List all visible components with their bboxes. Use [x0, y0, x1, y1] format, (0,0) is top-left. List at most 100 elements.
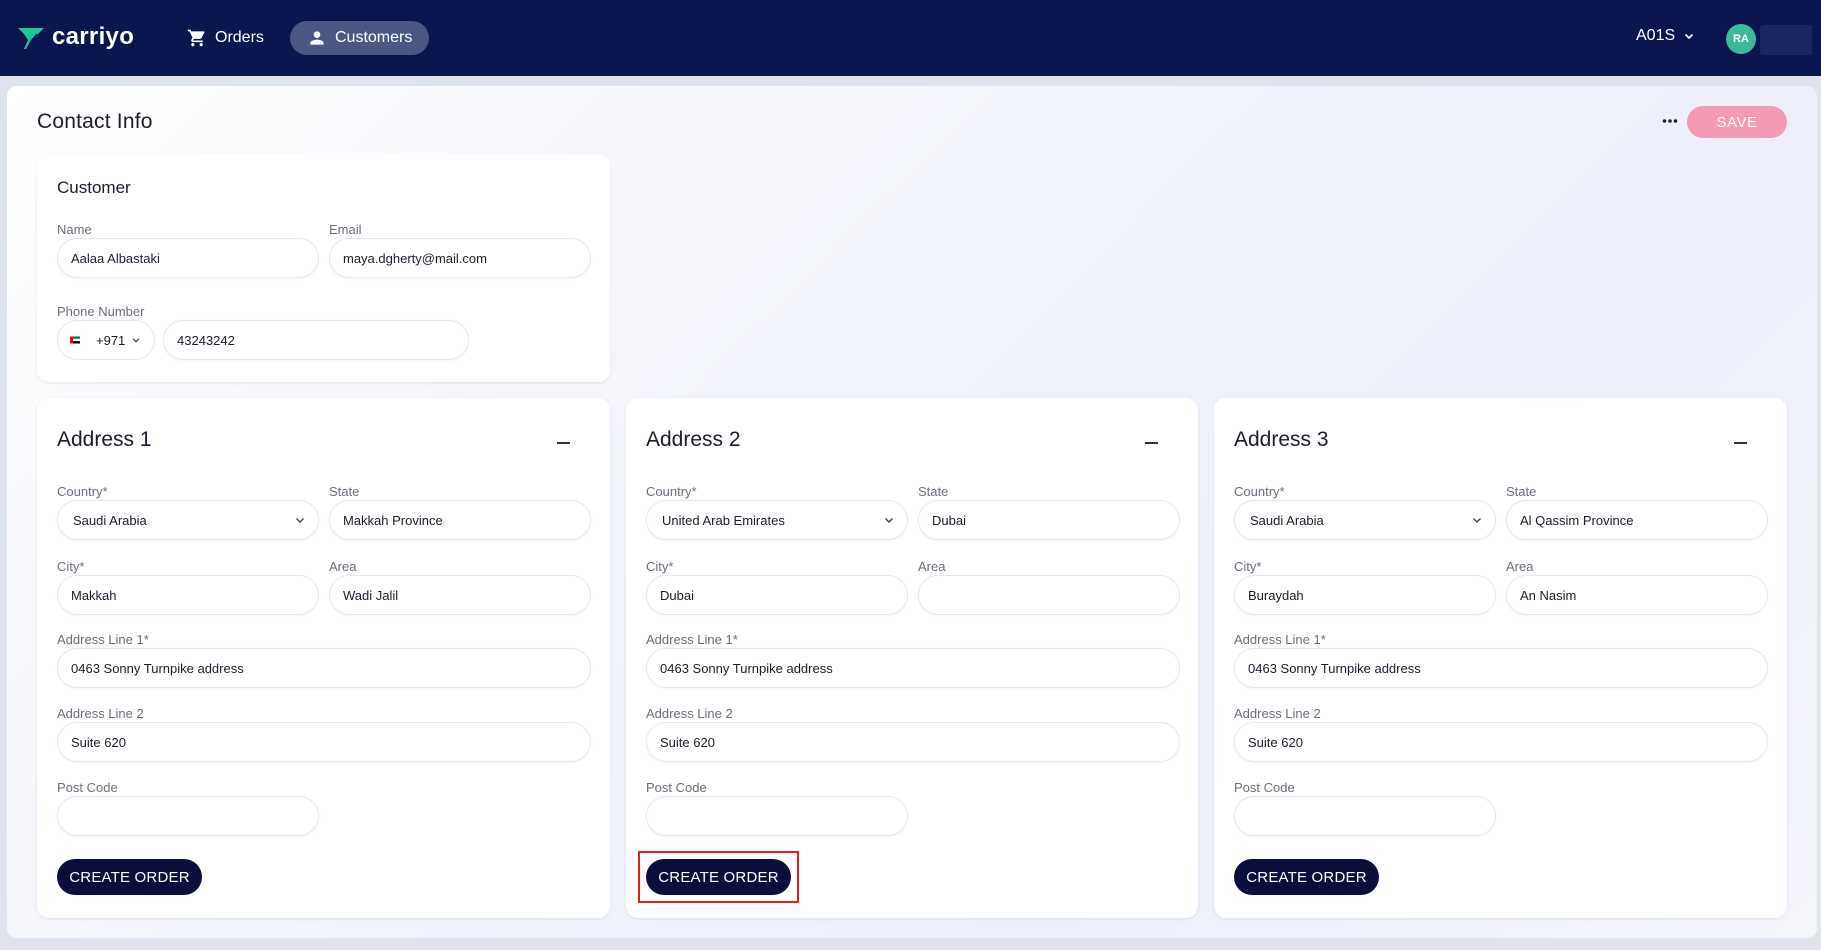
chevron-down-icon: [885, 518, 893, 523]
save-button[interactable]: SAVE: [1687, 106, 1787, 138]
address-line2-value: Suite 620: [71, 734, 126, 750]
create-order-button[interactable]: CREATE ORDER: [1234, 859, 1379, 895]
state-label: State: [329, 484, 360, 499]
address-title: Address 3: [1234, 428, 1329, 451]
address-title: Address 2: [646, 428, 741, 451]
phone-country-code-select[interactable]: +971: [57, 320, 155, 360]
state-value: Dubai: [932, 512, 966, 528]
country-label: Country*: [646, 484, 697, 499]
state-field[interactable]: Makkah Province: [329, 500, 591, 540]
address-line1-label: Address Line 1*: [1234, 632, 1326, 647]
nav-customers[interactable]: Customers: [290, 21, 430, 55]
address-card-3: Address 3 Country* Saudi Arabia State Al…: [1214, 398, 1787, 918]
state-label: State: [1506, 484, 1537, 499]
carriyo-logo-icon: [18, 28, 44, 49]
area-label: Area: [918, 559, 946, 574]
customer-card-title: Customer: [57, 178, 131, 197]
post-code-field[interactable]: [1234, 796, 1496, 836]
name-label: Name: [57, 222, 92, 237]
country-label: Country*: [57, 484, 108, 499]
country-value: Saudi Arabia: [73, 512, 147, 528]
area-value: Wadi Jalil: [343, 587, 399, 603]
minus-icon: [556, 442, 570, 444]
address-line1-value: 0463 Sonny Turnpike address: [71, 660, 244, 676]
carriyo-logo[interactable]: carriyo: [16, 22, 134, 52]
name-field[interactable]: Aalaa Albastaki: [57, 238, 319, 278]
cart-icon: [187, 29, 205, 47]
area-label: Area: [329, 559, 357, 574]
area-field[interactable]: Wadi Jalil: [329, 575, 591, 615]
chevron-down-icon: [132, 338, 140, 343]
address-title: Address 1: [57, 428, 152, 451]
state-label: State: [918, 484, 949, 499]
address-line1-field[interactable]: 0463 Sonny Turnpike address: [646, 648, 1180, 688]
address-line2-field[interactable]: Suite 620: [646, 722, 1180, 762]
city-label: City*: [57, 559, 85, 574]
country-value: United Arab Emirates: [662, 512, 785, 528]
phone-code-value: +971: [96, 332, 126, 348]
phone-label: Phone Number: [57, 304, 145, 319]
chevron-down-icon: [1473, 518, 1481, 523]
email-value: maya.dgherty@mail.com: [343, 250, 487, 266]
area-field[interactable]: [918, 575, 1180, 615]
area-value: An Nasim: [1520, 587, 1577, 603]
collapse-address-button[interactable]: [1140, 432, 1162, 454]
country-select[interactable]: Saudi Arabia: [57, 500, 319, 540]
city-label: City*: [646, 559, 674, 574]
state-value: Al Qassim Province: [1520, 512, 1634, 528]
uae-flag-icon: [70, 333, 90, 347]
address-line2-label: Address Line 2: [57, 706, 144, 721]
city-field[interactable]: Dubai: [646, 575, 908, 615]
contact-info-panel: Contact Info SAVE Customer Name Aalaa Al…: [7, 86, 1817, 938]
country-value: Saudi Arabia: [1250, 512, 1324, 528]
customer-card: Customer Name Aalaa Albastaki Email maya…: [37, 154, 610, 382]
nav-orders-label: Orders: [215, 29, 264, 46]
address-line2-value: Suite 620: [660, 734, 715, 750]
address-line1-label: Address Line 1*: [646, 632, 738, 647]
address-line2-field[interactable]: Suite 620: [1234, 722, 1768, 762]
address-line2-label: Address Line 2: [1234, 706, 1321, 721]
more-options-button[interactable]: [1655, 106, 1685, 136]
avatar[interactable]: RA: [1726, 24, 1756, 54]
city-field[interactable]: Makkah: [57, 575, 319, 615]
phone-number-field[interactable]: 43243242: [163, 320, 469, 360]
person-icon: [310, 31, 324, 45]
city-label: City*: [1234, 559, 1262, 574]
address-line2-field[interactable]: Suite 620: [57, 722, 591, 762]
minus-icon: [1733, 442, 1747, 444]
phone-number-value: 43243242: [177, 332, 235, 348]
top-navigation-bar: carriyo Orders Customers A01S RA: [0, 0, 1821, 76]
post-code-field[interactable]: [646, 796, 908, 836]
post-code-field[interactable]: [57, 796, 319, 836]
address-line1-field[interactable]: 0463 Sonny Turnpike address: [1234, 648, 1768, 688]
email-label: Email: [329, 222, 362, 237]
address-line1-label: Address Line 1*: [57, 632, 149, 647]
email-field[interactable]: maya.dgherty@mail.com: [329, 238, 591, 278]
account-switcher[interactable]: A01S: [1636, 27, 1695, 45]
nav-orders[interactable]: Orders: [170, 21, 281, 55]
city-value: Dubai: [660, 587, 694, 603]
collapse-address-button[interactable]: [1729, 432, 1751, 454]
post-code-label: Post Code: [57, 780, 118, 795]
name-value: Aalaa Albastaki: [71, 250, 160, 266]
address-line2-value: Suite 620: [1248, 734, 1303, 750]
collapse-address-button[interactable]: [552, 432, 574, 454]
address-line1-field[interactable]: 0463 Sonny Turnpike address: [57, 648, 591, 688]
address-line1-value: 0463 Sonny Turnpike address: [660, 660, 833, 676]
address-line2-label: Address Line 2: [646, 706, 733, 721]
user-name-block[interactable]: [1760, 25, 1812, 55]
minus-icon: [1144, 442, 1158, 444]
state-field[interactable]: Al Qassim Province: [1506, 500, 1768, 540]
account-label: A01S: [1636, 27, 1676, 44]
create-order-button[interactable]: CREATE ORDER: [57, 859, 202, 895]
city-field[interactable]: Buraydah: [1234, 575, 1496, 615]
more-horizontal-icon: [1662, 119, 1678, 123]
city-value: Makkah: [71, 587, 117, 603]
page-title: Contact Info: [37, 110, 153, 133]
state-field[interactable]: Dubai: [918, 500, 1180, 540]
area-field[interactable]: An Nasim: [1506, 575, 1768, 615]
country-select[interactable]: Saudi Arabia: [1234, 500, 1496, 540]
address-line1-value: 0463 Sonny Turnpike address: [1248, 660, 1421, 676]
country-select[interactable]: United Arab Emirates: [646, 500, 908, 540]
chevron-down-icon: [296, 518, 304, 523]
